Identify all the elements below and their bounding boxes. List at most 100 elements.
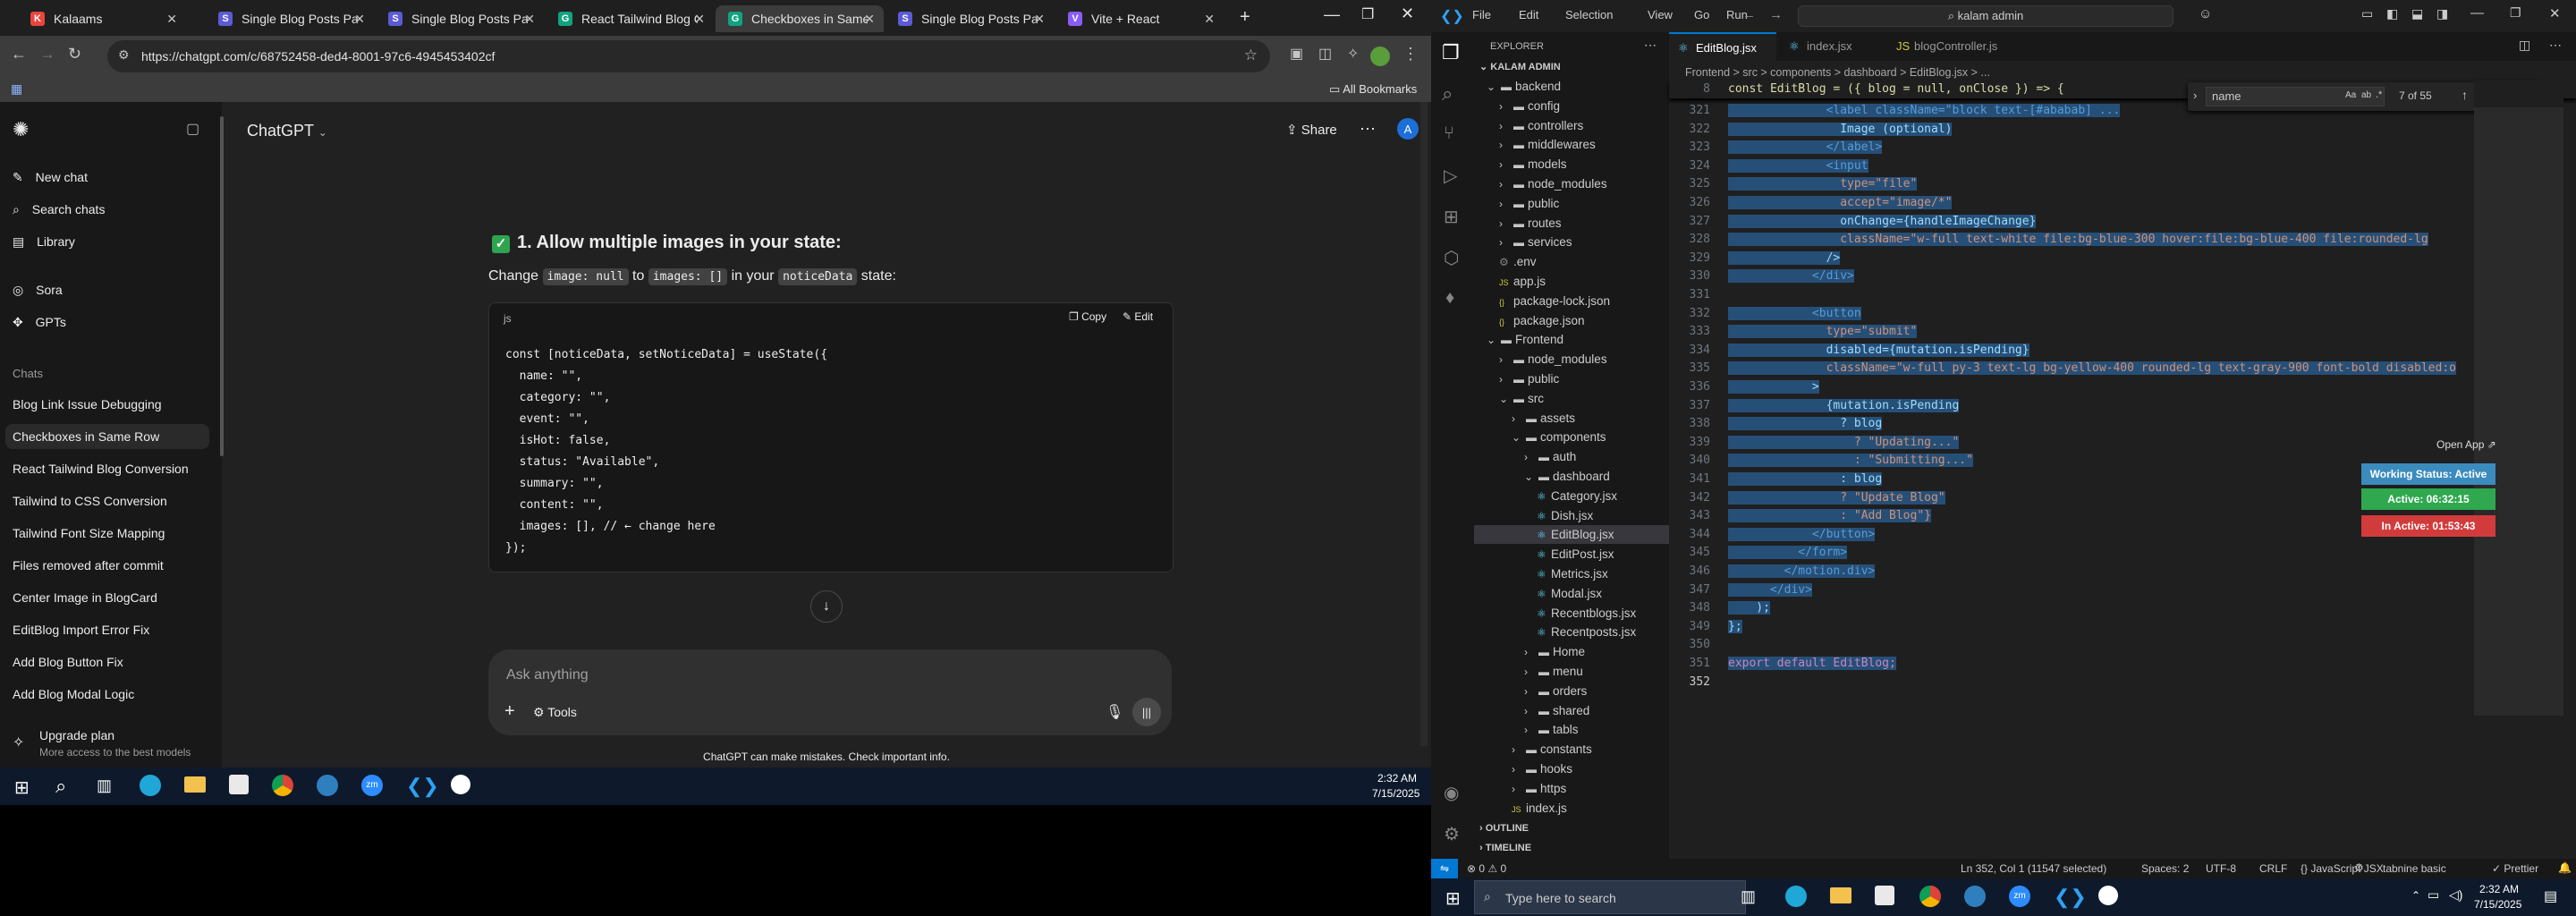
- scroll-down-button[interactable]: ↓: [810, 590, 843, 623]
- back-icon[interactable]: ←: [11, 45, 27, 64]
- windows-start-icon[interactable]: ⊞: [1445, 887, 1461, 910]
- tree-folder[interactable]: ⌄ ▬ backend: [1474, 77, 1669, 96]
- chat-history-item[interactable]: Center Image in BlogCard: [13, 590, 157, 605]
- find-input[interactable]: name: [2206, 87, 2385, 106]
- tree-folder[interactable]: › ▬ middlewares: [1474, 135, 1669, 154]
- tree-folder[interactable]: › ▬ constants: [1474, 740, 1669, 759]
- browser-menu-icon[interactable]: ⋮: [1402, 45, 1419, 64]
- tree-file[interactable]: JS index.js: [1474, 799, 1669, 818]
- close-tab-icon[interactable]: ✕: [694, 12, 705, 27]
- search-chats-button[interactable]: ⌕ Search chats: [13, 202, 105, 217]
- new-tab-button[interactable]: +: [1240, 7, 1250, 28]
- breadcrumb[interactable]: Frontend > src > components > dashboard …: [1685, 66, 1990, 79]
- toggle-secondary-icon[interactable]: ◨: [2436, 6, 2448, 21]
- chat-history-item[interactable]: React Tailwind Blog Conversion: [13, 462, 189, 476]
- maximize-icon[interactable]: ❐: [1361, 5, 1374, 23]
- close-tab-icon[interactable]: ✕: [1204, 12, 1215, 27]
- search-icon[interactable]: ⌕: [55, 775, 66, 798]
- reload-icon[interactable]: ↻: [68, 45, 81, 64]
- vscode-icon[interactable]: ❮❯: [406, 775, 439, 798]
- layout-icon[interactable]: ▭: [2361, 6, 2373, 21]
- eol-status[interactable]: CRLF: [2259, 862, 2287, 875]
- command-center[interactable]: ⌕ kalam admin: [1798, 5, 2174, 27]
- match-case-icon[interactable]: Aa: [2345, 90, 2356, 100]
- toggle-sidebar-icon[interactable]: ◧: [2386, 6, 2398, 21]
- extension-icon-2[interactable]: ◫: [1318, 45, 1332, 63]
- chat-history-item[interactable]: Checkboxes in Same Row: [5, 424, 209, 449]
- prompt-input[interactable]: Ask anything: [506, 667, 589, 683]
- tree-folder[interactable]: › ▬ tabls: [1474, 720, 1669, 739]
- new-chat-button[interactable]: ✎ New chat: [13, 170, 88, 185]
- store-icon[interactable]: [229, 775, 249, 794]
- editor-tab[interactable]: ⚛ index.jsx: [1780, 32, 1887, 61]
- prettier-status[interactable]: ✓ Prettier: [2492, 862, 2538, 875]
- file-explorer-icon[interactable]: [184, 776, 206, 793]
- previous-match-icon[interactable]: ↑: [2462, 88, 2468, 102]
- profile-avatar[interactable]: [1370, 47, 1390, 66]
- menu-item[interactable]: Selection: [1565, 8, 1613, 21]
- apps-icon[interactable]: ▦: [11, 81, 22, 97]
- openai-logo-icon[interactable]: ✺: [13, 118, 29, 141]
- microphone-icon[interactable]: 🎙: [1106, 703, 1123, 721]
- close-window-icon[interactable]: ✕: [2549, 5, 2561, 21]
- windows-start-icon[interactable]: ⊞: [14, 776, 30, 799]
- search-icon[interactable]: ⌕: [1442, 82, 1453, 106]
- tree-folder[interactable]: › ▬ config: [1474, 97, 1669, 115]
- extension-status-icon[interactable]: ⚙: [2354, 861, 2364, 874]
- mongodb-icon[interactable]: ♦: [1445, 288, 1454, 309]
- app-icon[interactable]: [1964, 886, 1986, 907]
- forward-icon[interactable]: →: [39, 45, 55, 64]
- share-button[interactable]: ⇪ Share: [1286, 122, 1337, 138]
- gpts-button[interactable]: ✥ GPTs: [13, 315, 66, 330]
- editor-tab[interactable]: JS blogController.js: [1887, 32, 2039, 61]
- tree-folder[interactable]: › ▬ routes: [1474, 214, 1669, 233]
- bookmark-star-icon[interactable]: ☆: [1244, 47, 1258, 64]
- chat-history-item[interactable]: Add Blog Modal Logic: [13, 687, 134, 701]
- taskbar-search[interactable]: ⌕ Type here to search: [1474, 880, 1746, 914]
- zoom-icon[interactable]: zm: [361, 775, 383, 796]
- sidebar-scrollbar[interactable]: [220, 116, 224, 456]
- app-icon-2[interactable]: [2098, 886, 2118, 905]
- volume-icon[interactable]: ◁): [2449, 887, 2462, 903]
- copy-button[interactable]: ❐ Copy: [1069, 310, 1106, 323]
- editor-more-icon[interactable]: ⋯: [2549, 38, 2562, 53]
- timeline-section[interactable]: › TIMELINE: [1479, 843, 1531, 853]
- chat-history-item[interactable]: EditBlog Import Error Fix: [13, 623, 149, 637]
- browser-tab[interactable]: S Single Blog Posts Page✕: [886, 5, 1054, 32]
- tree-file[interactable]: ⚛ Metrics.jsx: [1474, 564, 1669, 583]
- nav-back-icon[interactable]: ←: [1742, 7, 1756, 22]
- tree-file[interactable]: ⚛ Recentblogs.jsx: [1474, 604, 1669, 623]
- chrome-icon[interactable]: [272, 775, 293, 796]
- tree-folder[interactable]: ⌄ ▬ components: [1474, 428, 1669, 446]
- tree-file[interactable]: JS app.js: [1474, 272, 1669, 291]
- remote-indicator-icon[interactable]: ⇋: [1431, 859, 1458, 878]
- menu-item[interactable]: File: [1472, 8, 1491, 21]
- tree-folder[interactable]: › ▬ services: [1474, 233, 1669, 251]
- tree-folder[interactable]: ⌄ ▬ dashboard: [1474, 467, 1669, 486]
- editor-tab[interactable]: ⚛ EditBlog.jsx: [1669, 32, 1776, 61]
- whole-word-icon[interactable]: ab: [2361, 90, 2371, 100]
- tree-folder[interactable]: › ▬ orders: [1474, 682, 1669, 700]
- tree-file[interactable]: ⚛ Recentposts.jsx: [1474, 623, 1669, 641]
- regex-icon[interactable]: .*: [2376, 89, 2382, 100]
- encoding-status[interactable]: UTF-8: [2206, 862, 2236, 875]
- copilot-icon[interactable]: ☺: [2199, 6, 2212, 21]
- open-app-label[interactable]: Open App ⇗: [2436, 438, 2496, 451]
- outline-section[interactable]: › OUTLINE: [1479, 823, 1529, 834]
- tree-folder[interactable]: › ▬ models: [1474, 155, 1669, 174]
- language-mode[interactable]: {} JavaScript JSX: [2301, 862, 2384, 875]
- source-control-icon[interactable]: ⑂: [1444, 123, 1454, 144]
- tree-folder[interactable]: › ▬ Home: [1474, 642, 1669, 661]
- site-info-icon[interactable]: ⚙: [118, 47, 130, 63]
- chat-history-item[interactable]: Files removed after commit: [13, 558, 164, 572]
- tree-file[interactable]: {} package-lock.json: [1474, 292, 1669, 310]
- minimize-icon[interactable]: —: [1324, 5, 1340, 24]
- tree-folder[interactable]: › ▬ node_modules: [1474, 350, 1669, 369]
- browser-tab[interactable]: V Vite + React ✕: [1055, 5, 1224, 32]
- tree-folder[interactable]: ⌄ ▬ src: [1474, 389, 1669, 408]
- zoom-icon[interactable]: zm: [2009, 886, 2030, 907]
- run-debug-icon[interactable]: ▷: [1444, 165, 1457, 187]
- extensions-icon[interactable]: ⊞: [1444, 206, 1459, 228]
- close-window-icon[interactable]: ✕: [1401, 4, 1414, 23]
- chat-history-item[interactable]: Add Blog Button Fix: [13, 655, 123, 669]
